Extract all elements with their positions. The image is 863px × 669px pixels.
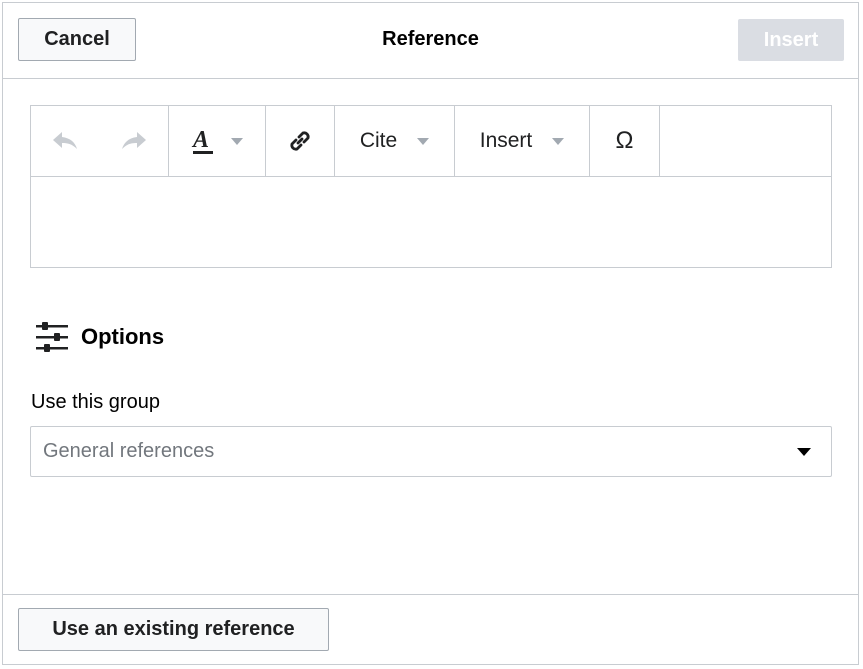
link-button[interactable]: [266, 106, 334, 176]
undo-arrow-icon: [53, 132, 78, 149]
style-group: A: [169, 106, 266, 176]
chevron-down-icon: [797, 448, 811, 456]
special-character-button[interactable]: Ω: [590, 106, 659, 176]
chevron-down-icon: [231, 137, 243, 145]
insert-menu-button[interactable]: Insert: [455, 106, 589, 176]
chevron-down-icon: [417, 137, 430, 145]
insert-menu-label: Insert: [479, 129, 533, 152]
special-char-group: Ω: [590, 106, 660, 176]
insert-button[interactable]: Insert: [738, 19, 844, 61]
sliders-icon: [36, 322, 68, 352]
reference-dialog: Cancel Reference Insert A Cite Insert Ω …: [2, 2, 859, 665]
undo-button[interactable]: [31, 106, 100, 176]
use-existing-reference-button[interactable]: Use an existing reference: [18, 608, 329, 651]
text-style-button[interactable]: A: [169, 106, 265, 176]
svg-text:A: A: [191, 127, 209, 153]
insert-group: Insert: [455, 106, 590, 176]
cite-menu-button[interactable]: Cite: [335, 106, 454, 176]
redo-button[interactable]: [100, 106, 169, 176]
chain-link-icon: [290, 131, 310, 151]
group-select-value: General references: [43, 440, 215, 462]
dialog-title: Reference: [382, 28, 479, 50]
reference-content-area[interactable]: [31, 178, 831, 267]
dialog-footer: Use an existing reference: [3, 594, 858, 664]
editor-toolbar: A Cite Insert Ω: [31, 106, 831, 177]
chevron-down-icon: [552, 137, 565, 145]
link-group: [266, 106, 335, 176]
omega-icon: Ω: [615, 127, 634, 154]
redo-arrow-icon: [121, 132, 146, 149]
history-group: [31, 106, 169, 176]
text-style-A-icon: A: [191, 127, 213, 154]
options-title: Options: [81, 324, 165, 349]
group-select[interactable]: General references: [30, 426, 832, 477]
cite-group: Cite: [335, 106, 455, 176]
reference-editor: A Cite Insert Ω: [30, 105, 832, 268]
group-label: Use this group: [31, 391, 160, 413]
options-header: Options: [35, 321, 164, 353]
dialog-header: Cancel Reference Insert: [3, 3, 858, 79]
cite-label: Cite: [359, 129, 398, 152]
